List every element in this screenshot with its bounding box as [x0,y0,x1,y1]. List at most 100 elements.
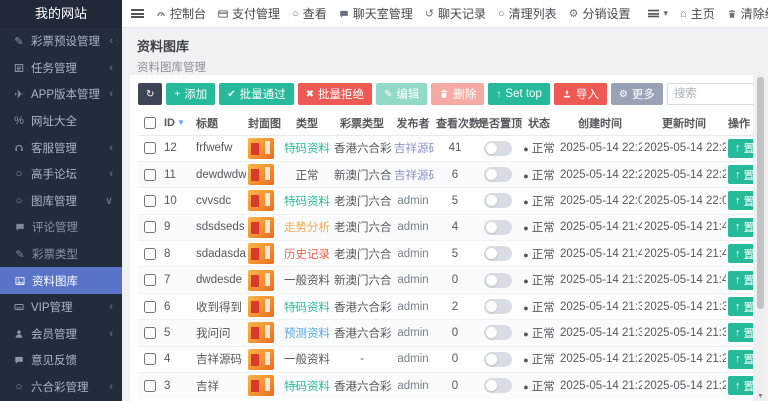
cell-actions: ↑置顶 [726,345,753,373]
row-checkbox[interactable] [144,168,156,181]
sidebar-item-comment-management[interactable]: 评论管理 [0,214,122,241]
pin-toggle[interactable] [484,140,512,156]
cell-publisher: admin [392,319,434,347]
row-select-cell [138,240,162,267]
nav-clear-cache[interactable]: 清除缓存 [727,5,768,22]
sidebar-item-tasks[interactable]: 任务管理 ‹ [0,55,122,82]
nav-payment-management[interactable]: 支付管理 [218,5,280,22]
vertical-scrollbar[interactable]: ▼ [756,75,765,401]
column-header-views[interactable]: 查看次数 ▾ [434,112,486,136]
set-top-toolbar-button[interactable]: ↑ Set top [488,83,550,105]
scrollbar-thumb[interactable] [757,77,764,309]
edit-button[interactable]: ✎ 编辑 [376,83,428,105]
row-checkbox[interactable] [144,247,156,260]
select-all-checkbox[interactable] [144,117,156,130]
cell-created: 2025-05-14 21:33:11 [558,292,642,320]
sidebar-item-member-management[interactable]: 会员管理 ‹ [0,321,122,348]
column-header-id[interactable]: ID ▼ [162,112,194,136]
sidebar-item-mark-six-management[interactable]: ○ 六合彩管理 ‹ [0,374,122,401]
arrow-up-icon: ↑ [735,353,741,366]
status-dot-icon: ● [523,170,529,181]
site-title: 我的网站 [0,0,122,28]
row-checkbox[interactable] [144,274,156,287]
pin-toggle[interactable] [484,351,512,367]
pin-toggle[interactable] [484,219,512,235]
pin-toggle[interactable] [484,378,512,394]
scrollbar-down-arrow[interactable]: ▼ [756,393,765,400]
row-checkbox[interactable] [144,326,156,339]
pin-toggle[interactable] [484,325,512,341]
pin-toggle[interactable] [484,272,512,288]
pin-toggle[interactable] [484,167,512,183]
more-button[interactable]: ⚙ 更多 [610,83,663,105]
cell-title: sdadasda [194,240,246,267]
sidebar-item-feedback[interactable]: 意见反馈 [0,347,122,374]
check-icon: ✔ [227,88,236,100]
cover-thumbnail[interactable] [248,216,274,238]
import-button[interactable]: 导入 [553,83,607,105]
search-input[interactable] [666,83,753,105]
nav-cleanup-list[interactable]: ○ 清理列表 [498,5,557,22]
add-button[interactable]: + 添加 [166,83,216,105]
cover-thumbnail[interactable] [248,296,274,318]
set-top-row-button[interactable]: ↑置顶 [728,323,753,343]
set-top-row-button[interactable]: ↑置顶 [728,138,753,158]
pin-toggle[interactable] [484,299,512,315]
cell-pinned [476,187,520,215]
cover-thumbnail[interactable] [248,190,274,212]
nav-home[interactable]: ⌂ 主页 [680,5,715,22]
cover-thumbnail[interactable] [248,243,274,265]
nav-distribution-settings[interactable]: ⚙ 分销设置 [569,5,631,22]
sidebar-item-url-directory[interactable]: % 网址大全 [0,108,122,135]
set-top-row-button[interactable]: ↑置顶 [728,270,753,290]
column-header-status: 状态 [520,112,558,136]
sidebar-item-app-version[interactable]: ✈ APP版本管理 ‹ [0,81,122,108]
row-checkbox[interactable] [144,142,156,155]
set-top-row-button[interactable]: ↑置顶 [728,191,753,211]
sidebar-item-customer-service[interactable]: 客服管理 ‹ [0,134,122,161]
row-checkbox[interactable] [144,379,156,392]
batch-approve-button[interactable]: ✔ 批量通过 [219,83,294,105]
cover-thumbnail[interactable] [248,269,274,291]
cover-thumbnail[interactable] [248,322,274,344]
cover-thumbnail[interactable] [248,164,274,186]
cover-thumbnail[interactable] [248,137,274,159]
cell-views: 2 [434,292,476,320]
row-checkbox[interactable] [144,300,156,313]
sidebar-item-vip-management[interactable]: VIP管理 ‹ [0,294,122,321]
layout-menu-button[interactable]: ▾ [647,8,668,19]
arrow-up-icon: ↑ [735,326,741,339]
trash-icon [439,89,449,100]
set-top-row-button[interactable]: ↑置顶 [728,217,753,237]
sidebar-item-lottery-preset[interactable]: ✎ 彩票预设管理 ‹ [0,28,122,55]
nav-chatroom-management[interactable]: 聊天室管理 [339,5,413,22]
status-dot-icon: ● [523,302,529,313]
sidebar-item-data-gallery[interactable]: 资料图库 [0,267,122,294]
set-top-row-button[interactable]: ↑置顶 [728,165,753,185]
set-top-row-button[interactable]: ↑置顶 [728,376,753,396]
batch-reject-button[interactable]: ✖ 批量拒绝 [297,83,373,105]
trash-icon [727,9,737,19]
sidebar-item-gallery-management[interactable]: ○ 图库管理 ∨ [0,188,122,215]
cover-thumbnail[interactable] [248,348,274,370]
nav-dashboard[interactable]: 控制台 [156,5,206,22]
row-select-cell [138,134,162,162]
nav-view[interactable]: ○ 查看 [292,5,327,22]
pin-toggle[interactable] [484,246,512,262]
sidebar-item-expert-forum[interactable]: ○ 高手论坛 ‹ [0,161,122,188]
row-checkbox[interactable] [144,221,156,234]
plane-icon: ✈ [14,88,24,101]
pin-toggle[interactable] [484,193,512,209]
nav-chat-history[interactable]: ↺ 聊天记录 [425,5,486,22]
refresh-button[interactable]: ↻ [138,83,163,105]
row-checkbox[interactable] [144,194,156,207]
row-checkbox[interactable] [144,353,156,366]
set-top-row-button[interactable]: ↑置顶 [728,349,753,369]
set-top-row-button[interactable]: ↑置顶 [728,297,753,317]
delete-button[interactable]: 删除 [431,83,485,105]
set-top-row-button[interactable]: ↑置顶 [728,244,753,264]
cell-status: ● 正常 [520,266,558,294]
sidebar-item-lottery-type[interactable]: ✎ 彩票类型 [0,241,122,268]
sidebar-toggle-button[interactable] [131,9,144,18]
cover-thumbnail[interactable] [248,375,274,397]
